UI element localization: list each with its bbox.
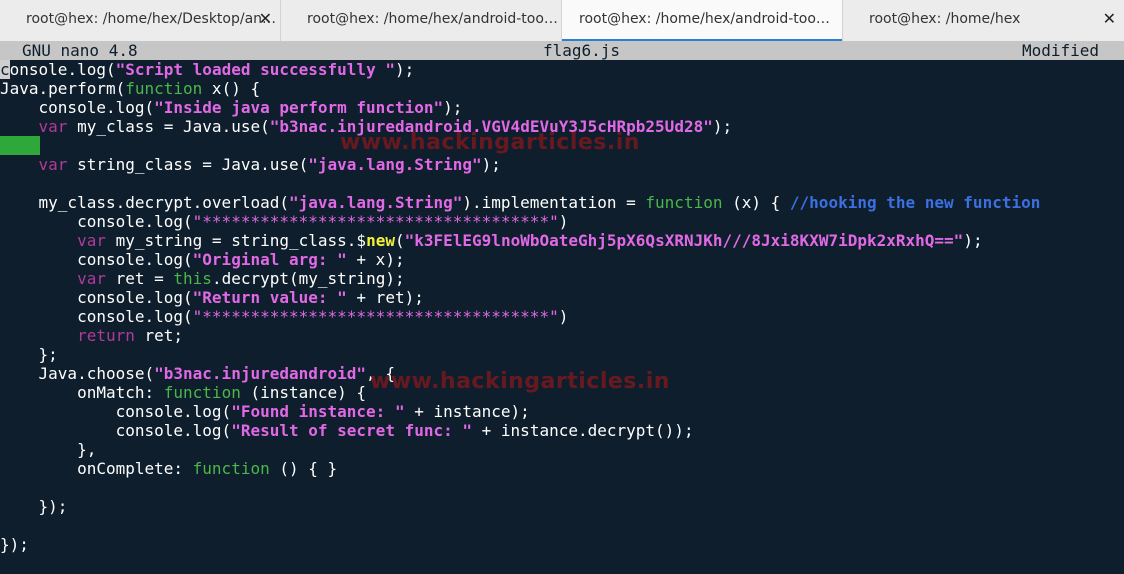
code-line: console.log("Inside java perform functio…: [38, 98, 463, 117]
tab-title: root@hex: /home/hex: [869, 11, 1021, 27]
code-line: console.log("Result of secret func: " + …: [115, 421, 694, 440]
code-line: return ret;: [77, 326, 184, 345]
tab-title: root@hex: /home/hex/android-too…: [307, 11, 558, 27]
code-line: var my_string = string_class.$new("k3FEl…: [77, 231, 983, 250]
code-line: console.log("Found instance: " + instanc…: [115, 402, 530, 421]
code-line: console.log("***************************…: [77, 212, 569, 231]
code-line: console.log("Return value: " + ret);: [77, 288, 424, 307]
code-line: });: [0, 535, 29, 554]
terminal-area[interactable]: GNU nano 4.8 flag6.js Modified console.l…: [0, 41, 1124, 574]
code-line: var string_class = Java.use("java.lang.S…: [38, 155, 501, 174]
nano-title-bar: GNU nano 4.8 flag6.js Modified: [0, 41, 1124, 60]
terminal-tab-1[interactable]: root@hex: /home/hex/Desktop/an… ✕: [0, 0, 281, 41]
whitespace-highlight: [0, 136, 40, 155]
close-icon[interactable]: ✕: [1103, 9, 1116, 28]
code-line: var ret = this.decrypt(my_string);: [77, 269, 405, 288]
nano-modified-status: Modified: [1022, 41, 1100, 60]
code-line: onComplete: function () { }: [77, 459, 338, 478]
code-line: console.log("***************************…: [77, 307, 569, 326]
code-line: my_class.decrypt.overload("java.lang.Str…: [38, 193, 1041, 212]
code-line: Java.perform(function x() {: [0, 79, 261, 98]
terminal-tab-2[interactable]: root@hex: /home/hex/android-too…: [281, 0, 562, 41]
nano-filename: flag6.js: [543, 41, 621, 60]
code-line: console.log("Script loaded successfully …: [0, 60, 415, 79]
terminal-tab-3-active[interactable]: root@hex: /home/hex/android-too…: [562, 0, 843, 42]
code-line: console.log("Original arg: " + x);: [77, 250, 405, 269]
tab-title: root@hex: /home/hex/Desktop/an…: [26, 11, 277, 27]
text-cursor: c: [0, 60, 10, 79]
watermark: www.hackingarticles.in: [370, 369, 670, 394]
code-line: },: [77, 440, 97, 459]
nano-version: GNU nano 4.8: [22, 41, 138, 60]
terminal-tab-bar: root@hex: /home/hex/Desktop/an… ✕ root@h…: [0, 0, 1124, 42]
tab-title: root@hex: /home/hex/android-too…: [579, 11, 830, 27]
close-icon[interactable]: ✕: [259, 9, 272, 28]
watermark: www.hackingarticles.in: [340, 130, 640, 155]
terminal-tab-4[interactable]: root@hex: /home/hex ✕: [843, 0, 1124, 41]
code-line: });: [38, 497, 68, 516]
code-line: };: [38, 345, 58, 364]
